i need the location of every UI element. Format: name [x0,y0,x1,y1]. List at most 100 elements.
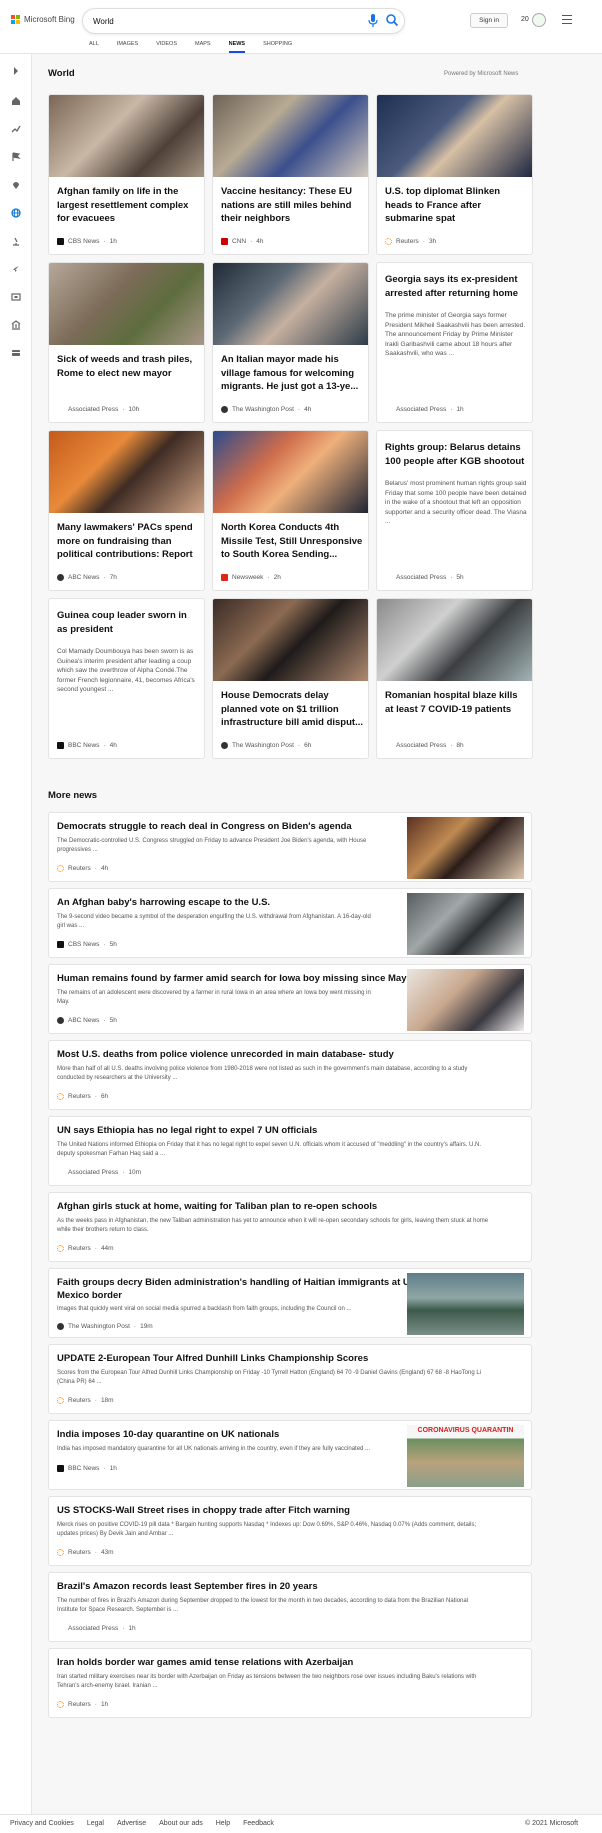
news-headline[interactable]: UN says Ethiopia has no legal right to e… [57,1125,317,1138]
news-headline[interactable]: Sick of weeds and trash piles, Rome to e… [57,353,199,380]
rome-photo[interactable] [49,263,204,345]
home-icon[interactable] [11,96,21,106]
news-card[interactable]: Sick of weeds and trash piles, Rome to e… [48,262,205,423]
news-list-item[interactable]: US STOCKS-Wall Street rises in choppy tr… [48,1496,532,1566]
headline-line[interactable]: Brazil's Amazon records least September … [57,1581,318,1594]
footer-link[interactable]: Feedback [243,1820,274,1827]
news-card[interactable]: Georgia says its ex-president arrested a… [376,262,533,423]
search-icon[interactable] [385,13,399,27]
tab-news[interactable]: NEWS [228,41,246,53]
footer-link[interactable]: Help [216,1820,230,1827]
tab-images[interactable]: IMAGES [117,41,138,53]
news-list-item[interactable]: Most U.S. deaths from police violence un… [48,1040,532,1110]
news-card[interactable]: Vaccine hesitancy: These EU nations are … [212,94,369,255]
source-name[interactable]: Reuters [68,1245,91,1252]
source-name[interactable]: Associated Press [396,742,446,749]
news-list-item[interactable]: Brazil's Amazon records least September … [48,1572,532,1642]
news-headline[interactable]: Vaccine hesitancy: These EU nations are … [221,185,363,226]
expand-sidebar-icon[interactable] [11,66,21,76]
tab-shopping[interactable]: SHOPPING [263,41,292,53]
footer-link[interactable]: Legal [87,1820,104,1827]
search-box[interactable] [82,8,405,34]
headline-line[interactable]: Afghan girls stuck at home, waiting for … [57,1201,377,1214]
headline-line[interactable]: Faith groups decry Biden administration'… [57,1277,425,1290]
news-headline[interactable]: Rights group: Belarus detains 100 people… [385,441,527,468]
headline-line[interactable]: Iran holds border war games amid tense r… [57,1657,353,1670]
money-icon[interactable] [11,320,21,330]
world-globe-icon[interactable] [11,208,21,218]
news-list-item[interactable]: UN says Ethiopia has no legal right to e… [48,1116,532,1186]
news-headline[interactable]: Most U.S. deaths from police violence un… [57,1049,394,1062]
source-name[interactable]: CBS News [68,941,99,948]
tab-all[interactable]: ALL [89,41,99,53]
source-name[interactable]: CBS News [68,238,99,245]
trending-icon[interactable] [11,124,21,134]
news-headline[interactable]: Faith groups decry Biden administration'… [57,1277,425,1302]
tab-maps[interactable]: MAPS [195,41,211,53]
rewards-medal-icon[interactable] [532,13,546,27]
news-card[interactable]: U.S. top diplomat Blinken heads to Franc… [376,94,533,255]
credit-card-icon[interactable] [11,348,21,358]
news-headline[interactable]: Brazil's Amazon records least September … [57,1581,318,1594]
news-headline[interactable]: Afghan girls stuck at home, waiting for … [57,1201,377,1214]
headline-line[interactable]: India imposes 10-day quarantine on UK na… [57,1429,279,1442]
source-name[interactable]: BBC News [68,742,99,749]
entertainment-icon[interactable] [11,292,21,302]
news-headline[interactable]: House Democrats delay planned vote on $1… [221,689,363,730]
news-list-item[interactable]: Afghan girls stuck at home, waiting for … [48,1192,532,1262]
source-name[interactable]: Associated Press [396,574,446,581]
headline-line[interactable]: US STOCKS-Wall Street rises in choppy tr… [57,1505,350,1518]
news-list-item[interactable]: India imposes 10-day quarantine on UK na… [48,1420,532,1490]
source-name[interactable]: Associated Press [68,1625,118,1632]
news-list-item[interactable]: Human remains found by farmer amid searc… [48,964,532,1034]
microphone-icon[interactable] [368,14,378,28]
news-list-item[interactable]: Faith groups decry Biden administration'… [48,1268,532,1338]
source-name[interactable]: Reuters [68,1093,91,1100]
news-card[interactable]: Many lawmakers' PACs spend more on fundr… [48,430,205,591]
source-name[interactable]: Reuters [68,1549,91,1556]
news-card[interactable]: Afghan family on life in the largest res… [48,94,205,255]
news-card[interactable]: North Korea Conducts 4th Missile Test, S… [212,430,369,591]
news-list-item[interactable]: Iran holds border war games amid tense r… [48,1648,532,1718]
family-photo[interactable] [49,95,204,177]
baby-photo[interactable] [407,893,524,955]
congress-photo[interactable] [407,817,524,879]
hospital-photo[interactable] [377,599,532,681]
source-name[interactable]: CNN [232,238,246,245]
vaccine-photo[interactable] [213,95,368,177]
headline-line[interactable]: Mexico border [57,1290,425,1303]
news-list-item[interactable]: Democrats struggle to reach deal in Cong… [48,812,532,882]
news-headline[interactable]: India imposes 10-day quarantine on UK na… [57,1429,279,1442]
news-list-item[interactable]: An Afghan baby's harrowing escape to the… [48,888,532,958]
rewards-points[interactable]: 20 [521,16,529,23]
news-headline[interactable]: Afghan family on life in the largest res… [57,185,199,226]
headline-line[interactable]: Most U.S. deaths from police violence un… [57,1049,394,1062]
source-name[interactable]: Reuters [68,865,91,872]
news-card[interactable]: Romanian hospital blaze kills at least 7… [376,598,533,759]
news-headline[interactable]: Human remains found by farmer amid searc… [57,973,407,986]
footer-link[interactable]: Privacy and Cookies [10,1820,74,1827]
sign-in-button[interactable]: Sign in [470,13,508,28]
news-headline[interactable]: North Korea Conducts 4th Missile Test, S… [221,521,363,562]
source-name[interactable]: Associated Press [396,406,446,413]
news-card[interactable]: Guinea coup leader sworn in as president… [48,598,205,759]
democrats-photo[interactable] [213,599,368,681]
mayor-photo[interactable] [213,263,368,345]
source-name[interactable]: Associated Press [68,1169,118,1176]
menu-icon[interactable] [562,15,572,24]
border-photo[interactable] [407,1273,524,1335]
news-headline[interactable]: Iran holds border war games amid tense r… [57,1657,353,1670]
source-name[interactable]: Reuters [396,238,419,245]
flag-icon[interactable] [11,152,21,162]
bing-logo[interactable]: Microsoft Bing [11,15,75,24]
location-icon[interactable] [11,180,21,190]
microscope-icon[interactable] [11,236,21,246]
boy-photo[interactable] [407,969,524,1031]
headline-line[interactable]: Human remains found by farmer amid searc… [57,973,407,986]
news-headline[interactable]: UPDATE 2-European Tour Alfred Dunhill Li… [57,1353,368,1366]
headline-line[interactable]: UN says Ethiopia has no legal right to e… [57,1125,317,1138]
source-name[interactable]: Newsweek [232,574,263,581]
source-name[interactable]: Associated Press [68,406,118,413]
tab-videos[interactable]: VIDEOS [156,41,177,53]
search-input[interactable] [93,14,323,29]
